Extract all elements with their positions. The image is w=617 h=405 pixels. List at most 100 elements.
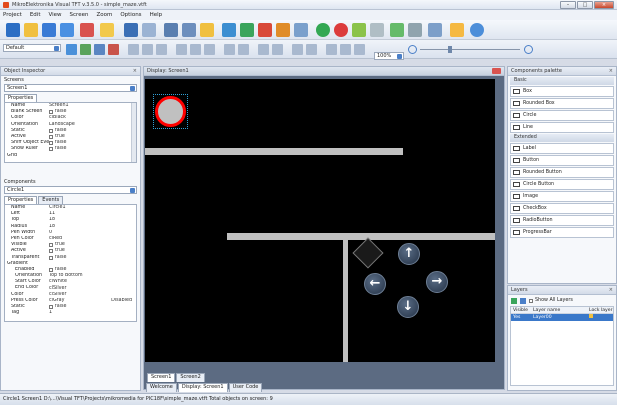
- tools-icon[interactable]: [408, 23, 422, 37]
- arrow-right-button[interactable]: →: [426, 271, 448, 293]
- same-width-icon[interactable]: [224, 44, 235, 55]
- screen-select[interactable]: Screen1: [4, 84, 137, 92]
- tab-screen2[interactable]: Screen2: [176, 373, 205, 382]
- save-icon[interactable]: [42, 23, 56, 37]
- checkbox[interactable]: [49, 305, 53, 310]
- import-icon[interactable]: [352, 23, 366, 37]
- tab-screen-properties[interactable]: Properties: [4, 94, 38, 102]
- space-vertical-icon[interactable]: [272, 44, 283, 55]
- resource-icon[interactable]: [390, 23, 404, 37]
- checkbox[interactable]: [49, 128, 53, 133]
- space-horizontal-icon[interactable]: [258, 44, 269, 55]
- circle-component[interactable]: [155, 96, 186, 127]
- program-icon[interactable]: [294, 23, 308, 37]
- layer-row[interactable]: Yes Layer00: [511, 314, 613, 321]
- build-icon[interactable]: [276, 23, 290, 37]
- zoom-select[interactable]: 100%: [374, 52, 404, 60]
- maze-wall[interactable]: [343, 240, 348, 362]
- rotate-button-icon[interactable]: [352, 237, 384, 269]
- undo-icon[interactable]: [124, 23, 138, 37]
- font-select[interactable]: Default: [3, 44, 61, 52]
- scrollbar[interactable]: [131, 103, 136, 162]
- checkbox[interactable]: [49, 243, 53, 248]
- align-middle-icon[interactable]: [190, 44, 201, 55]
- close-window-button[interactable]: ×: [594, 1, 614, 9]
- maximize-button[interactable]: □: [577, 1, 593, 9]
- palette-item[interactable]: Line: [510, 122, 614, 133]
- wizard-icon[interactable]: [450, 23, 464, 37]
- checkbox[interactable]: [49, 147, 53, 152]
- arrow-left-button[interactable]: ←: [364, 273, 386, 295]
- copy-icon[interactable]: [182, 23, 196, 37]
- palette-item[interactable]: Circle: [510, 110, 614, 121]
- generate-code-icon[interactable]: [222, 23, 236, 37]
- italic-icon[interactable]: [94, 44, 105, 55]
- help-icon[interactable]: [470, 23, 484, 37]
- palette-item[interactable]: Box: [510, 86, 614, 97]
- maze-wall[interactable]: [227, 233, 495, 240]
- menu-project[interactable]: Project: [3, 12, 22, 18]
- same-height-icon[interactable]: [238, 44, 249, 55]
- palette-item[interactable]: RadioButton: [510, 215, 614, 226]
- run-icon[interactable]: [240, 23, 254, 37]
- close-project-icon[interactable]: [80, 23, 94, 37]
- font-color-icon[interactable]: [66, 44, 77, 55]
- align-left-icon[interactable]: [128, 44, 139, 55]
- tab-properties[interactable]: Properties: [4, 196, 38, 204]
- tft-screen-canvas[interactable]: ↑ ← → ↓: [145, 79, 495, 362]
- checkbox[interactable]: [49, 255, 53, 260]
- maze-wall[interactable]: [145, 148, 403, 155]
- menu-zoom[interactable]: Zoom: [96, 12, 112, 18]
- stop-icon[interactable]: [258, 23, 272, 37]
- palette-group-header[interactable]: Extended: [510, 134, 614, 142]
- checkbox[interactable]: [49, 110, 53, 115]
- component-property-grid[interactable]: Name Circle1 Left 11 Top 18 Radius 18 Pen Width 0…: [4, 204, 137, 322]
- ruler-icon[interactable]: [354, 44, 365, 55]
- cut-icon[interactable]: [164, 23, 178, 37]
- redo-icon[interactable]: [142, 23, 156, 37]
- export-icon[interactable]: [370, 23, 384, 37]
- component-select[interactable]: Circle1: [4, 186, 137, 194]
- property-row[interactable]: Tag 1: [5, 310, 136, 316]
- align-center-icon[interactable]: [142, 44, 153, 55]
- tab-events[interactable]: Events: [38, 196, 64, 204]
- new-screen-icon[interactable]: [100, 23, 114, 37]
- palette-item[interactable]: ProgressBar: [510, 227, 614, 238]
- bold-icon[interactable]: [80, 44, 91, 55]
- menu-edit[interactable]: Edit: [30, 12, 41, 18]
- minimize-button[interactable]: –: [560, 1, 576, 9]
- palette-item[interactable]: Rounded Box: [510, 98, 614, 109]
- save-all-icon[interactable]: [60, 23, 74, 37]
- paste-icon[interactable]: [200, 23, 214, 37]
- screen-property-grid[interactable]: Name Screen1 Blank Screen false Color clBlack…: [4, 102, 137, 163]
- add-screen-icon[interactable]: [316, 23, 330, 37]
- snap-icon[interactable]: [340, 44, 351, 55]
- tab-display-screen1[interactable]: Display: Screen1: [177, 383, 228, 392]
- palette-item[interactable]: Circle Button: [510, 179, 614, 190]
- close-icon[interactable]: ×: [609, 286, 613, 294]
- show-all-checkbox[interactable]: [529, 298, 533, 303]
- layer-options-icon[interactable]: [520, 297, 526, 304]
- new-project-icon[interactable]: [6, 23, 20, 37]
- pin-icon[interactable]: ×: [131, 67, 137, 75]
- align-top-icon[interactable]: [176, 44, 187, 55]
- zoom-in-icon[interactable]: [524, 45, 533, 54]
- palette-item[interactable]: Rounded Button: [510, 167, 614, 178]
- lock-icon[interactable]: [589, 314, 593, 318]
- arrow-up-button[interactable]: ↑: [398, 243, 420, 265]
- arrow-down-button[interactable]: ↓: [397, 296, 419, 318]
- add-layer-icon[interactable]: [511, 297, 517, 304]
- zoom-slider-thumb[interactable]: [448, 46, 452, 53]
- palette-group-header[interactable]: Basic: [510, 77, 614, 85]
- property-row[interactable]: Grid: [5, 153, 136, 159]
- bring-front-icon[interactable]: [292, 44, 303, 55]
- delete-screen-icon[interactable]: [334, 23, 348, 37]
- menu-options[interactable]: Options: [120, 12, 141, 18]
- tab-screen1[interactable]: Screen1: [147, 373, 176, 382]
- send-back-icon[interactable]: [306, 44, 317, 55]
- palette-item[interactable]: CheckBox: [510, 203, 614, 214]
- palette-item[interactable]: Label: [510, 143, 614, 154]
- align-right-icon[interactable]: [156, 44, 167, 55]
- menu-screen[interactable]: Screen: [70, 12, 89, 18]
- palette-item[interactable]: Button: [510, 155, 614, 166]
